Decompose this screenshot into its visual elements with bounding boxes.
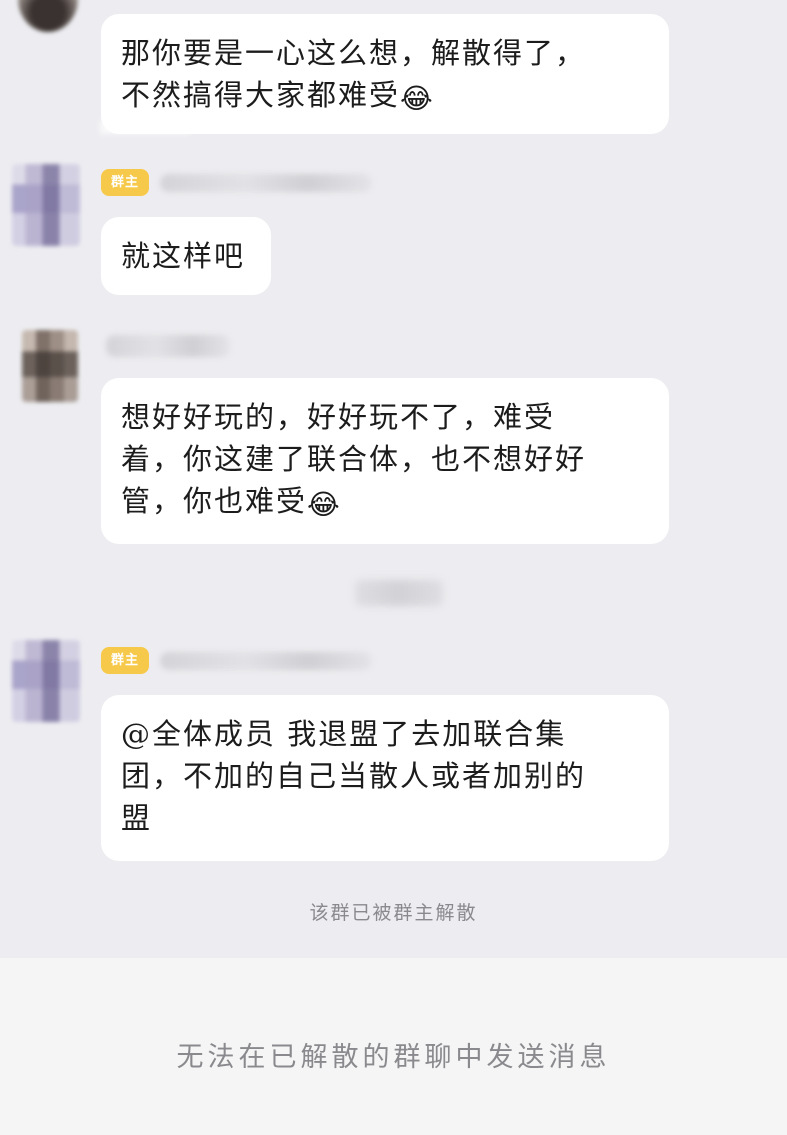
- sender-avatar[interactable]: [18, 0, 78, 32]
- message-bubble[interactable]: 想好好玩的，好好玩不了，难受 着，你这建了联合体，也不想好好 管，你也难受😂: [101, 378, 669, 544]
- message-line: 管，你也难受😂: [121, 484, 342, 521]
- blurred-fragment: [100, 120, 190, 134]
- message-line: 不然搞得大家都难受😂: [121, 78, 435, 115]
- message-line: @全体成员 我退盟了去加联合集: [121, 717, 567, 751]
- message-line: 着，你这建了联合体，也不想好好: [121, 442, 587, 476]
- group-dissolved-notice: 该群已被群主解散: [309, 902, 478, 924]
- input-disabled-hint: 无法在已解散的群聊中发送消息: [176, 1042, 611, 1073]
- message-line: 想好好玩的，好好玩不了，难受: [121, 400, 556, 434]
- message-line: 团，不加的自己当散人或者加别的: [121, 759, 587, 793]
- sender-name-redacted: [160, 652, 372, 670]
- chat-message-list[interactable]: 那你要是一心这么想，解散得了， 不然搞得大家都难受😂 群主 就这样吧 想好好玩的…: [0, 0, 787, 958]
- owner-badge: 群主: [101, 169, 149, 196]
- message-line: 盟: [121, 801, 153, 835]
- message-line: 就这样吧: [121, 239, 246, 273]
- sender-avatar[interactable]: [12, 640, 80, 722]
- sender-avatar[interactable]: [22, 330, 78, 402]
- sender-avatar[interactable]: [12, 164, 80, 246]
- message-line: 那你要是一心这么想，解散得了，: [121, 36, 587, 70]
- sender-name-redacted: [160, 174, 372, 192]
- face-with-tears-of-joy-icon: 😂: [307, 488, 342, 521]
- message-bubble[interactable]: 就这样吧: [101, 217, 271, 295]
- message-bubble[interactable]: 那你要是一心这么想，解散得了， 不然搞得大家都难受😂: [101, 14, 669, 134]
- timestamp-redacted: [355, 580, 443, 606]
- message-bubble[interactable]: @全体成员 我退盟了去加联合集 团，不加的自己当散人或者加别的 盟: [101, 695, 669, 861]
- sender-name-redacted: [106, 335, 230, 357]
- face-with-tears-of-joy-icon: 😂: [400, 82, 435, 115]
- owner-badge: 群主: [101, 647, 149, 674]
